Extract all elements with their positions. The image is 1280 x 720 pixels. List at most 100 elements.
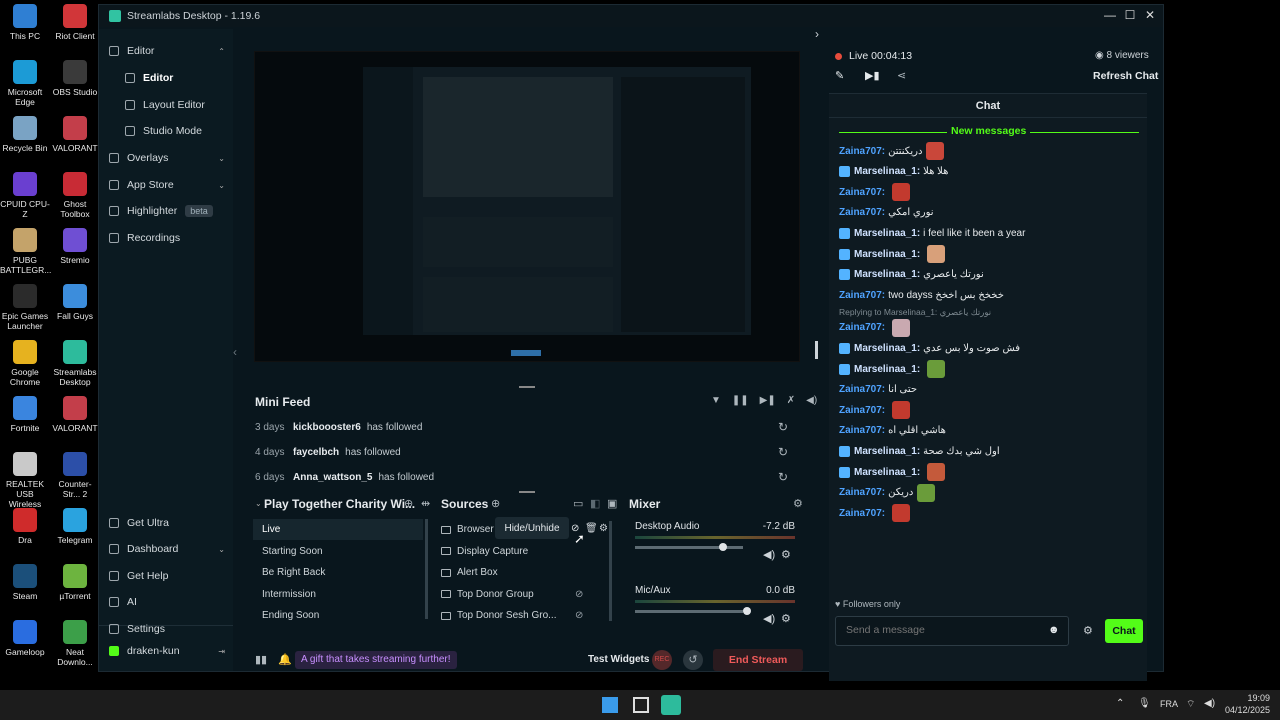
title-bar[interactable]: Streamlabs Desktop - 1.19.6 bbox=[99, 5, 1163, 27]
record-clip-icon[interactable]: ▶▮ bbox=[865, 69, 880, 82]
sidebar-item-overlays[interactable]: Overlays ⌄ bbox=[109, 148, 225, 168]
stream-preview[interactable] bbox=[254, 51, 800, 362]
chat-username[interactable]: Marselinaa_1: bbox=[854, 228, 920, 239]
chat-username[interactable]: Zaina707: bbox=[839, 146, 885, 157]
source-properties-icon[interactable]: ◧ bbox=[590, 497, 600, 510]
streamlabs-taskbar-icon[interactable] bbox=[661, 695, 681, 715]
desktop-icon-pubg-battlegr[interactable]: PUBG BATTLEGR... bbox=[0, 228, 51, 275]
chat-username[interactable]: Zaina707: bbox=[839, 207, 885, 218]
speaker-icon[interactable]: ◀) bbox=[1204, 698, 1215, 709]
chevron-icon[interactable]: ⌄ bbox=[218, 154, 225, 163]
desktop-icon-recycle-bin[interactable]: Recycle Bin bbox=[0, 116, 50, 153]
sidebar-item-ai[interactable]: AI bbox=[109, 592, 225, 612]
chat-username[interactable]: Zaina707: bbox=[839, 425, 885, 436]
maximize-button[interactable]: ☐ bbox=[1119, 8, 1141, 22]
desktop-icon-google-chrome[interactable]: Google Chrome bbox=[0, 340, 50, 387]
chevron-icon[interactable]: ⌃ bbox=[218, 47, 225, 56]
scene-item[interactable]: Be Right Back bbox=[253, 562, 423, 583]
refresh-chat-button[interactable]: Refresh Chat bbox=[1093, 70, 1158, 82]
desktop-icon-valorant[interactable]: VALORANT bbox=[50, 396, 100, 433]
skip-icon[interactable]: ▶❚ bbox=[760, 395, 776, 406]
mute-icon[interactable]: ◀) bbox=[763, 548, 775, 561]
scene-item[interactable]: Starting Soon bbox=[253, 541, 423, 562]
desktop-icon-stremio[interactable]: Stremio bbox=[50, 228, 100, 265]
chat-username[interactable]: Marselinaa_1: bbox=[854, 364, 920, 375]
sidebar-item-studio-mode[interactable]: Studio Mode bbox=[125, 121, 225, 141]
chat-username[interactable]: Zaina707: bbox=[839, 508, 885, 519]
source-settings-icon[interactable]: ⚙ bbox=[599, 523, 608, 534]
edit-stream-icon[interactable]: ✎ bbox=[835, 69, 844, 82]
close-button[interactable]: ✕ bbox=[1139, 8, 1161, 22]
desktop-icon-neat-downlo[interactable]: Neat Downlo... bbox=[50, 620, 100, 667]
chat-username[interactable]: Marselinaa_1: bbox=[854, 343, 920, 354]
visibility-icon[interactable]: ⊘ bbox=[575, 589, 583, 600]
desktop-icon-fortnite[interactable]: Fortnite bbox=[0, 396, 50, 433]
desktop-icon-riot-client[interactable]: Riot Client bbox=[50, 4, 100, 41]
chat-username[interactable]: Marselinaa_1: bbox=[854, 269, 920, 280]
scene-item[interactable]: Intermission bbox=[253, 584, 423, 605]
notification-icon[interactable]: 🔔 bbox=[278, 653, 292, 666]
microphone-icon[interactable]: 🎙 bbox=[1138, 698, 1151, 709]
logout-icon[interactable]: ⇥ bbox=[218, 647, 225, 656]
chat-username[interactable]: Marselinaa_1: bbox=[854, 249, 920, 260]
add-scene-icon[interactable]: ⊕ bbox=[404, 497, 413, 510]
sidebar-item-recordings[interactable]: Recordings bbox=[109, 228, 225, 248]
sidebar-item-get-ultra[interactable]: Get Ultra bbox=[109, 513, 225, 533]
scene-item[interactable]: Ending Soon bbox=[253, 605, 423, 626]
visibility-icon[interactable]: ⊘ bbox=[575, 610, 583, 621]
drag-handle[interactable] bbox=[519, 386, 535, 388]
tray-chevron-icon[interactable]: ⌃ bbox=[1116, 698, 1124, 709]
volume-knob[interactable] bbox=[719, 543, 728, 551]
pause-icon[interactable]: ❚❚ bbox=[732, 395, 749, 406]
filter-icon[interactable]: ▼ bbox=[711, 395, 721, 406]
share-icon[interactable]: ⋖ bbox=[897, 69, 906, 82]
desktop-icon-steam[interactable]: Steam bbox=[0, 564, 50, 601]
desktop-icon-telegram[interactable]: Telegram bbox=[50, 508, 100, 545]
send-chat-button[interactable]: Chat bbox=[1105, 619, 1143, 643]
wifi-icon[interactable]: ⌔ bbox=[1186, 698, 1195, 711]
sidebar-item-get-help[interactable]: Get Help bbox=[109, 566, 225, 586]
folder-icon[interactable]: ▣ bbox=[607, 497, 617, 510]
desktop-icon-torrent[interactable]: µTorrent bbox=[50, 564, 100, 601]
mute-icon[interactable]: ◀) bbox=[763, 612, 775, 625]
clock-date[interactable]: 04/12/2025 bbox=[1220, 705, 1270, 715]
chat-settings-icon[interactable]: ⚙ bbox=[1083, 624, 1093, 637]
chat-username[interactable]: Zaina707: bbox=[839, 487, 885, 498]
scene-item[interactable]: Live bbox=[253, 519, 423, 540]
chevron-icon[interactable]: ⌄ bbox=[218, 181, 225, 190]
language-indicator[interactable]: FRA bbox=[1160, 699, 1178, 709]
chat-input-box[interactable]: ☻ bbox=[835, 616, 1069, 646]
desktop-icon-streamlabs-desktop[interactable]: Streamlabs Desktop bbox=[50, 340, 100, 387]
ultra-promo-banner[interactable]: A gift that takes streaming further! bbox=[295, 650, 457, 669]
collapse-left-icon[interactable]: ‹ bbox=[233, 345, 237, 359]
chat-username[interactable]: Marselinaa_1: bbox=[854, 467, 920, 478]
source-item[interactable]: Top Donor Sesh Gro... ⊘ bbox=[441, 605, 611, 626]
start-button-icon[interactable] bbox=[602, 697, 618, 713]
collection-chevron-icon[interactable]: ⌄ bbox=[255, 499, 262, 508]
desktop-icon-this-pc[interactable]: This PC bbox=[0, 4, 50, 41]
repeat-alert-icon[interactable]: ↻ bbox=[778, 420, 788, 434]
clock-time[interactable]: 19:09 bbox=[1230, 693, 1270, 703]
record-button[interactable]: REC bbox=[652, 649, 672, 670]
source-item[interactable]: Alert Box bbox=[441, 562, 611, 583]
chat-username[interactable]: Zaina707: bbox=[839, 384, 885, 395]
end-stream-button[interactable]: End Stream bbox=[713, 648, 803, 671]
volume-slider[interactable] bbox=[635, 543, 743, 551]
user-profile[interactable]: draken-kun ⇥ bbox=[109, 641, 225, 661]
channel-settings-icon[interactable]: ⚙ bbox=[781, 612, 791, 625]
desktop-icon-valorant[interactable]: VALORANT bbox=[50, 116, 100, 153]
chat-username[interactable]: Zaina707: bbox=[839, 322, 885, 333]
performance-icon[interactable]: ▮▮ bbox=[255, 653, 267, 666]
sidebar-item-editor[interactable]: Editor bbox=[125, 68, 225, 88]
desktop-icon-microsoft-edge[interactable]: Microsoft Edge bbox=[0, 60, 50, 107]
chat-username[interactable]: Marselinaa_1: bbox=[854, 166, 920, 177]
desktop-icon-ghost-toolbox[interactable]: Ghost Toolbox bbox=[50, 172, 100, 219]
channel-settings-icon[interactable]: ⚙ bbox=[781, 548, 791, 561]
sidebar-item-settings[interactable]: Settings bbox=[109, 619, 225, 639]
collapse-right-icon[interactable]: › bbox=[815, 27, 819, 41]
test-widgets-button[interactable]: Test Widgets bbox=[588, 654, 649, 665]
desktop-icon-cpuid-cpu-z[interactable]: CPUID CPU-Z bbox=[0, 172, 50, 219]
repeat-alert-icon[interactable]: ↻ bbox=[778, 445, 788, 459]
sidebar-item-dashboard[interactable]: Dashboard ⌄ bbox=[109, 539, 225, 559]
emoji-icon[interactable]: ☻ bbox=[1048, 624, 1060, 636]
